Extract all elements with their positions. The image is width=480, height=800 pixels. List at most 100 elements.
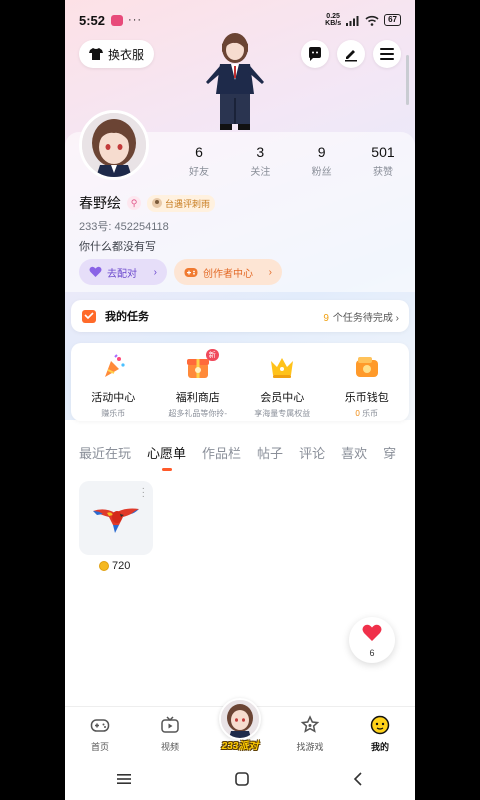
star-search-icon [300, 715, 320, 733]
stat-value: 3 [256, 144, 265, 160]
my-tasks-card[interactable]: 我的任务 9 个任务待完成 › [71, 300, 409, 332]
recent-apps-icon[interactable] [116, 772, 132, 786]
grid-subtitle: 享海量专属权益 [254, 409, 311, 418]
nav-video[interactable]: 视频 [135, 707, 205, 758]
nav-label: 视频 [160, 742, 179, 752]
review-tag-label: 台遇评刺雨 [165, 198, 211, 209]
activity-center[interactable]: 活动中心 赚乐币 [73, 353, 153, 421]
stat-friends[interactable]: 6 好友 [173, 144, 225, 178]
status-right: 0.25 KB/s 67 [325, 13, 401, 27]
review-tag[interactable]: 台遇评刺雨 [147, 194, 216, 212]
tasks-pending-text: 个任务待完成 [332, 312, 393, 324]
stat-value: 6 [195, 144, 203, 160]
tasks-pending-count: 9 [323, 312, 329, 324]
tshirt-icon [89, 48, 103, 60]
coin-balance: 0 [355, 409, 360, 418]
user-id: 233号: 452254118 [79, 218, 169, 234]
wallet-icon [355, 357, 378, 377]
nav-mine[interactable]: 我的 [345, 707, 415, 758]
change-outfit-label: 换衣服 [108, 47, 145, 62]
tab-posts[interactable]: 帖子 [257, 443, 283, 462]
chat-button[interactable] [301, 40, 329, 68]
system-nav-bar [65, 758, 415, 800]
phone-screen: 5:52 ··· 0.25 KB/s 67 换衣服 6 好友 3 关注 9 粉丝… [65, 0, 415, 800]
more-notifications-icon: ··· [128, 14, 143, 26]
grid-title: 乐币钱包 [344, 392, 389, 404]
stat-label: 获赞 [372, 167, 393, 178]
wishlist-item[interactable]: · · · [79, 481, 153, 555]
gamepad-icon [184, 267, 198, 277]
stat-following[interactable]: 3 关注 [234, 144, 286, 178]
member-center[interactable]: 会员中心 享海量专属权益 [242, 353, 322, 421]
avatar-figure[interactable] [200, 30, 270, 132]
menu-button[interactable] [373, 40, 401, 68]
profile-avatar[interactable] [79, 110, 149, 180]
new-badge: 新 [205, 349, 219, 361]
more-options-icon[interactable]: · · · [142, 484, 145, 502]
like-button[interactable]: 6 [349, 617, 395, 663]
nav-label: 首页 [90, 742, 109, 752]
grid-title: 福利商店 [175, 392, 220, 404]
tab-likes[interactable]: 喜欢 [341, 443, 367, 462]
profile-name: 春野绘 [79, 195, 121, 211]
heart-icon [362, 624, 382, 641]
nav-home[interactable]: 首页 [65, 707, 135, 758]
like-count: 6 [369, 648, 375, 658]
party-avatar[interactable] [219, 698, 261, 740]
tab-wishlist[interactable]: 心愿单 [147, 443, 186, 462]
tab-works[interactable]: 作品栏 [202, 443, 241, 462]
tab-comments[interactable]: 评论 [299, 443, 325, 462]
gamepad-icon [90, 719, 110, 732]
profile-bio: 你什么都没有写 [79, 241, 156, 253]
party-popper-icon [105, 354, 125, 377]
uid-label: 233号: [79, 221, 112, 233]
change-outfit-button[interactable]: 换衣服 [79, 40, 155, 68]
creator-center-label: 创作者中心 [203, 268, 253, 280]
name-row: 春野绘 ⚲ 台遇评刺雨 [79, 193, 216, 213]
grid-title: 会员中心 [260, 392, 305, 404]
signal-icon [346, 15, 359, 26]
stat-value: 501 [371, 144, 395, 160]
party-label[interactable]: 233派对 [215, 737, 265, 752]
stat-value: 9 [317, 144, 326, 160]
stat-fans[interactable]: 9 粉丝 [296, 144, 348, 178]
nav-label: 我的 [370, 742, 389, 752]
home-icon[interactable] [234, 771, 250, 787]
go-match-label: 去配对 [107, 268, 137, 280]
chevron-right-icon: › [268, 266, 272, 278]
avatar-portrait [82, 113, 146, 177]
grid-title: 活动中心 [91, 392, 136, 404]
coin-icon [99, 561, 109, 571]
grid-subtitle: 0 乐币 [327, 408, 407, 419]
feature-grid: 活动中心 赚乐币 新 福利商店 超多礼品等你拎- 会员中心 享海量专属权益 乐币… [71, 343, 409, 421]
tasks-pending: 9 个任务待完成 › [323, 312, 399, 324]
stat-label: 粉丝 [311, 167, 332, 178]
edit-icon [345, 50, 357, 62]
edit-profile-button[interactable] [337, 40, 365, 68]
tab-recently-played[interactable]: 最近在玩 [79, 443, 131, 462]
nav-find-games[interactable]: 找游戏 [275, 707, 345, 758]
stat-label: 关注 [250, 167, 271, 178]
stat-likes[interactable]: 501 获赞 [357, 144, 409, 178]
heart-icon [89, 266, 102, 277]
party-avatar-portrait [221, 700, 259, 738]
profile-stats: 6 好友 3 关注 9 粉丝 501 获赞 [173, 144, 409, 178]
coin-wallet[interactable]: 乐币钱包 0 乐币 [327, 353, 407, 421]
tv-icon [161, 716, 179, 733]
scrollbar[interactable] [406, 55, 409, 105]
creator-center-button[interactable]: 创作者中心 › [174, 259, 282, 285]
back-icon[interactable] [352, 771, 364, 787]
network-speed: 0.25 KB/s [325, 13, 342, 27]
crown-icon [271, 358, 294, 378]
search-tag-icon[interactable]: ⚲ [127, 196, 141, 210]
chat-icon [309, 47, 321, 61]
welfare-shop[interactable]: 新 福利商店 超多礼品等你拎- [158, 349, 238, 421]
face-icon [370, 715, 390, 735]
content-tabs: 最近在玩 心愿单 作品栏 帖子 评论 喜欢 穿 [65, 432, 415, 472]
my-tasks-title: 我的任务 [105, 311, 149, 323]
stat-label: 好友 [189, 167, 209, 178]
menu-icon [380, 48, 394, 60]
app-notification-icon [111, 14, 124, 26]
go-match-button[interactable]: 去配对 › [79, 259, 167, 285]
tab-outfits[interactable]: 穿 [383, 443, 396, 462]
